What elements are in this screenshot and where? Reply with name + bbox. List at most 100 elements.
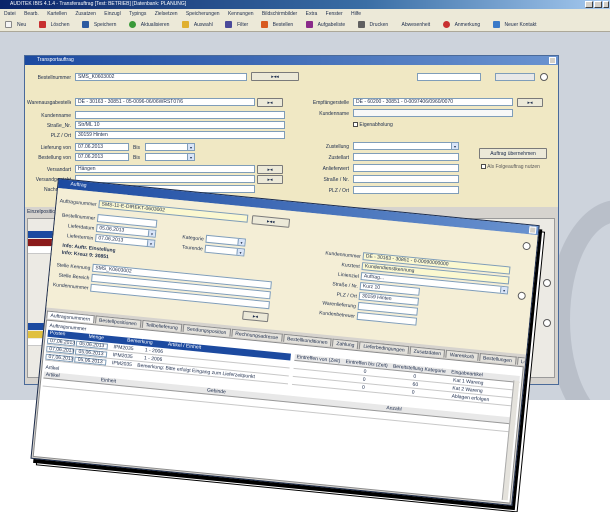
order-from-input[interactable]: 07.06.2013: [75, 153, 129, 161]
menu-bearb[interactable]: Bearb.: [24, 11, 39, 17]
toolbar-filter[interactable]: Filter: [223, 21, 251, 29]
menu-datei[interactable]: Datei: [4, 11, 16, 17]
customer-name-input[interactable]: [75, 111, 285, 119]
chevron-down-icon[interactable]: ▾: [146, 240, 155, 247]
location-area-label: Stelle Bereich: [58, 272, 90, 282]
info-icon[interactable]: [543, 279, 551, 287]
close-button[interactable]: [603, 1, 609, 8]
help-icon[interactable]: [540, 73, 548, 81]
goods-delivery-label: Warenlieferung: [321, 300, 357, 310]
purchase-number-label: Bestellnummer: [61, 212, 96, 222]
delivery-date-label: Lieferdatum: [67, 223, 95, 232]
delivery-to-input[interactable]: ▾: [145, 143, 195, 151]
delivery-from-label: Lieferung von: [40, 145, 71, 151]
delivery-value-input[interactable]: [353, 164, 459, 172]
delivery-time-label: Liefertermin: [66, 233, 94, 242]
menu-speicherungen[interactable]: Speicherungen: [186, 11, 220, 17]
delivery-type-input[interactable]: [353, 153, 459, 161]
window-titlebar: AUDITEK IBIS 4.1.4 - Transferauftrag [Te…: [0, 0, 610, 9]
shipping-weight-button[interactable]: ▸◂: [257, 175, 283, 184]
refresh-icon: [128, 21, 136, 29]
follow-up-option[interactable]: Als Folgeauftrag nutzen: [481, 164, 540, 170]
customer-lookup-button[interactable]: ▸◂: [242, 310, 269, 323]
order-to-label: Bis: [133, 155, 140, 161]
menu-kartellen[interactable]: Kartellen: [47, 11, 67, 17]
account-manager-label: Kundenbetreuer: [318, 310, 356, 320]
receiver-street-input[interactable]: [353, 175, 459, 183]
receiver-location-input[interactable]: DE - 60200 - 30851 - 0-0097406/0960/0070: [353, 98, 513, 106]
order-number-input[interactable]: SMS_K0603002: [75, 73, 247, 81]
follow-up-checkbox[interactable]: [481, 164, 486, 170]
customer-number-label: Kundennummer: [52, 282, 89, 292]
toolbar-new[interactable]: Neu: [3, 21, 29, 29]
tour-end-input[interactable]: ▾: [204, 244, 246, 257]
toolbar-order[interactable]: Bestellen: [259, 21, 297, 29]
toolbar-note[interactable]: Anmerkung: [441, 21, 484, 29]
print-icon: [357, 21, 365, 29]
right-customer-number-label: Kundennummer: [325, 250, 362, 260]
menu-fenster[interactable]: Fenster: [326, 11, 343, 17]
minimize-button[interactable]: [585, 1, 593, 8]
receiver-lookup-button[interactable]: ▸◂: [517, 98, 543, 107]
order-nav-button[interactable]: ▸◂◂: [251, 215, 291, 228]
dialog-close-button[interactable]: [549, 57, 556, 64]
menu-kennungen[interactable]: Kennungen: [228, 11, 254, 17]
category-label: Kategorie: [182, 234, 204, 243]
receiver-city-input[interactable]: [353, 186, 459, 194]
menu-bildschirmbilder[interactable]: Bildschirmbilder: [262, 11, 297, 17]
delivery-to-label: Bis: [133, 145, 140, 151]
delivery-label: Zustellung: [325, 144, 349, 150]
dispatch-lookup-button[interactable]: ▸◂: [257, 98, 283, 107]
delivery-from-input[interactable]: 07.06.2013: [75, 143, 129, 151]
dispatch-location-input[interactable]: DE - 30163 - 30851 - 05-0096-06/06WRST07…: [75, 98, 255, 106]
toolbar-absence[interactable]: Abwesenheit: [399, 22, 434, 28]
save-icon: [81, 21, 89, 29]
menu-extra[interactable]: Extra: [306, 11, 318, 17]
tour-end-label: Tourende: [181, 244, 204, 253]
chevron-down-icon[interactable]: ▾: [187, 154, 194, 160]
receiver-name-input[interactable]: [353, 109, 513, 117]
menu-hilfe[interactable]: Hilfe: [351, 11, 361, 17]
city-input[interactable]: 30159 Hinten: [75, 131, 285, 139]
search-field-right[interactable]: [417, 73, 481, 81]
menu-bar: Datei Bearb. Kartellen Zusatzen Einzugl …: [0, 9, 610, 19]
chevron-down-icon[interactable]: ▾: [187, 144, 194, 150]
toolbar-new-contact[interactable]: Neuer Kontakt: [491, 21, 540, 29]
toolbar-print[interactable]: Drucken: [356, 21, 392, 29]
menu-typings[interactable]: Typings: [129, 11, 146, 17]
accept-order-button[interactable]: Auftrag übernehmen: [479, 148, 547, 159]
menu-einzugl[interactable]: Einzugl: [104, 11, 120, 17]
chevron-down-icon[interactable]: ▾: [236, 248, 244, 256]
select-icon: [181, 21, 189, 29]
menu-zusatzen[interactable]: Zusatzen: [75, 11, 96, 17]
maximize-button[interactable]: [594, 1, 602, 8]
menu-zielsetzen[interactable]: Zielsetzen: [155, 11, 178, 17]
search-field-right-2[interactable]: [495, 73, 535, 81]
self-pickup-checkbox[interactable]: [353, 122, 358, 128]
toolbar-select[interactable]: Auswahl: [180, 21, 216, 29]
contact-icon: [492, 21, 500, 29]
chevron-down-icon[interactable]: ▾: [147, 230, 156, 237]
shipping-type-button[interactable]: ▸◂: [257, 165, 283, 174]
toolbar-tasklist[interactable]: Aufgabeliste: [304, 21, 349, 29]
street-input[interactable]: Str/ML 10: [75, 121, 285, 129]
order-to-input[interactable]: ▾: [145, 153, 195, 161]
toolbar-delete[interactable]: Löschen: [37, 21, 73, 29]
delivery-input[interactable]: ▾: [353, 142, 459, 150]
city-label: PLZ / Ort: [50, 133, 71, 139]
order-search-button[interactable]: ▸◂◂: [251, 72, 299, 81]
help-icon[interactable]: [522, 241, 531, 251]
chevron-down-icon[interactable]: ▾: [451, 143, 458, 149]
dialog-close-button[interactable]: [528, 226, 537, 234]
shipping-type-input[interactable]: Hängen: [75, 165, 255, 173]
self-pickup-option[interactable]: Eigenabholung: [353, 122, 393, 128]
order-icon: [260, 21, 268, 29]
info-icon[interactable]: [543, 319, 551, 327]
chevron-down-icon[interactable]: ▾: [237, 238, 245, 246]
column-article-name: Artikel: [45, 371, 60, 380]
order-from-label: Bestellung von: [38, 155, 71, 161]
chevron-down-icon[interactable]: ▾: [499, 286, 508, 294]
toolbar-save[interactable]: Speichern: [80, 21, 120, 29]
toolbar-refresh[interactable]: Aktualisieren: [127, 21, 173, 29]
info-icon[interactable]: [517, 291, 527, 301]
